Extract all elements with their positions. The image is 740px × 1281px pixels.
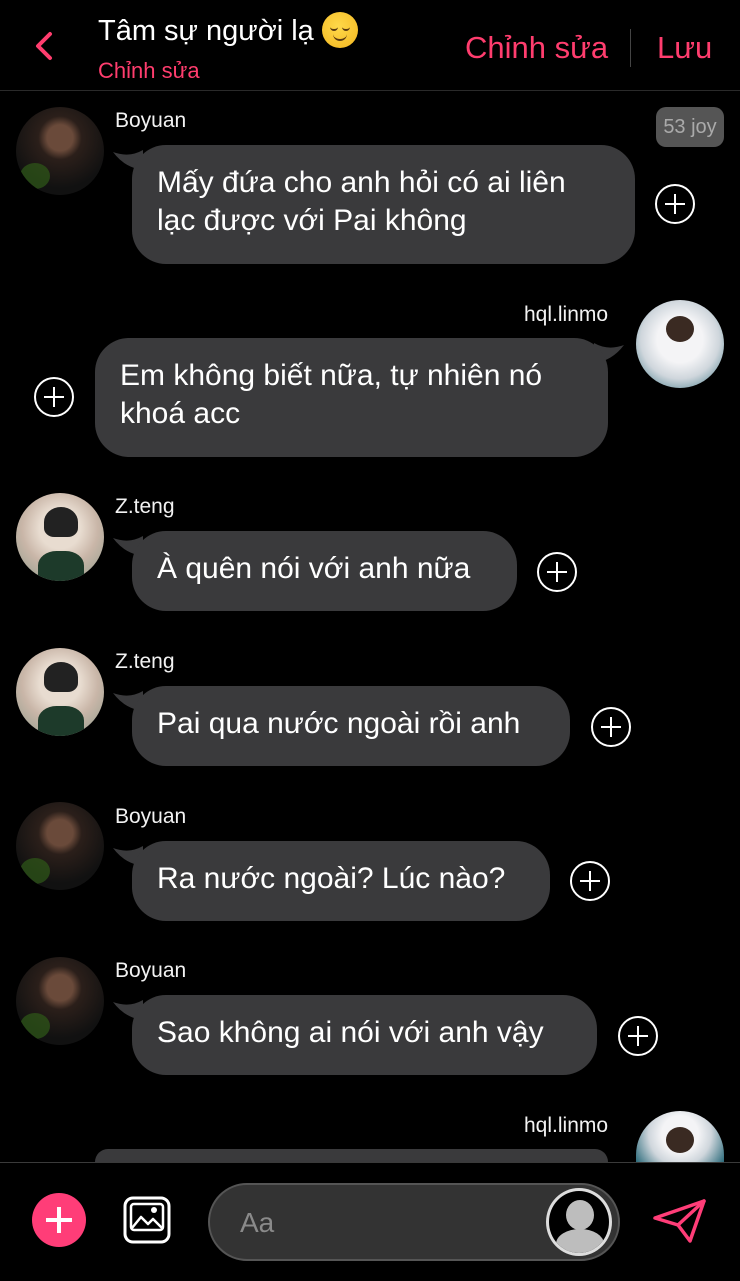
send-icon[interactable] bbox=[652, 1197, 708, 1245]
message-bubble[interactable]: Sao không ai nói với anh vậy bbox=[132, 995, 597, 1075]
add-icon[interactable] bbox=[32, 1193, 86, 1247]
message-bubble[interactable]: Pai qua nước ngoài rồi anh bbox=[132, 686, 570, 766]
avatar-boyuan[interactable] bbox=[16, 802, 104, 890]
add-reaction-icon[interactable] bbox=[34, 377, 74, 417]
message-bubble[interactable]: Em không biết nữa, tự nhiên nó khoá acc bbox=[95, 338, 608, 457]
add-reaction-icon[interactable] bbox=[591, 707, 631, 747]
message-bubble[interactable]: Mấy đứa cho anh hỏi có ai liên lạc được … bbox=[132, 145, 635, 264]
sender-name: Boyuan bbox=[115, 109, 187, 132]
persona-avatar-icon[interactable] bbox=[546, 1188, 612, 1256]
chat-title-text: Tâm sự người lạ bbox=[98, 15, 314, 47]
message-bubble[interactable]: Ra nước ngoài? Lúc nào? bbox=[132, 841, 550, 921]
add-reaction-icon[interactable] bbox=[570, 861, 610, 901]
chat-title: Tâm sự người lạ bbox=[98, 12, 358, 48]
relieved-face-emoji-icon bbox=[321, 12, 358, 48]
avatar-hql-linmo[interactable] bbox=[636, 1111, 724, 1162]
message-bubble[interactable]: À quên nói với anh nữa bbox=[132, 531, 517, 611]
chat-header: Tâm sự người lạ Chỉnh sửa Chỉnh sửa Lưu bbox=[0, 0, 740, 91]
sender-name: Boyuan bbox=[115, 805, 187, 828]
avatar-boyuan[interactable] bbox=[16, 107, 104, 195]
avatar-zteng[interactable] bbox=[16, 493, 104, 581]
message-input-placeholder: Aa bbox=[240, 1207, 275, 1238]
sender-name: Boyuan bbox=[115, 959, 187, 982]
image-icon[interactable] bbox=[122, 1195, 172, 1245]
edit-button[interactable]: Chỉnh sửa bbox=[465, 30, 608, 66]
avatar-boyuan[interactable] bbox=[16, 957, 104, 1045]
header-divider bbox=[630, 29, 631, 67]
edit-subtitle-link[interactable]: Chỉnh sửa bbox=[98, 58, 200, 84]
sender-name: hql.linmo bbox=[524, 1114, 609, 1137]
add-reaction-icon[interactable] bbox=[655, 184, 695, 224]
avatar-zteng[interactable] bbox=[16, 648, 104, 736]
add-reaction-icon[interactable] bbox=[537, 552, 577, 592]
joy-badge: 53 joy bbox=[656, 107, 724, 147]
sender-name: hql.linmo bbox=[524, 303, 609, 326]
sender-name: Z.teng bbox=[115, 495, 175, 518]
save-button[interactable]: Lưu bbox=[657, 30, 712, 66]
add-reaction-icon[interactable] bbox=[618, 1016, 658, 1056]
message-bubble[interactable] bbox=[95, 1149, 608, 1162]
back-chevron-icon[interactable] bbox=[30, 28, 58, 64]
avatar-hql-linmo[interactable] bbox=[636, 300, 724, 388]
message-composer: Aa bbox=[0, 1162, 740, 1281]
sender-name: Z.teng bbox=[115, 650, 175, 673]
message-input[interactable]: Aa bbox=[208, 1183, 620, 1261]
